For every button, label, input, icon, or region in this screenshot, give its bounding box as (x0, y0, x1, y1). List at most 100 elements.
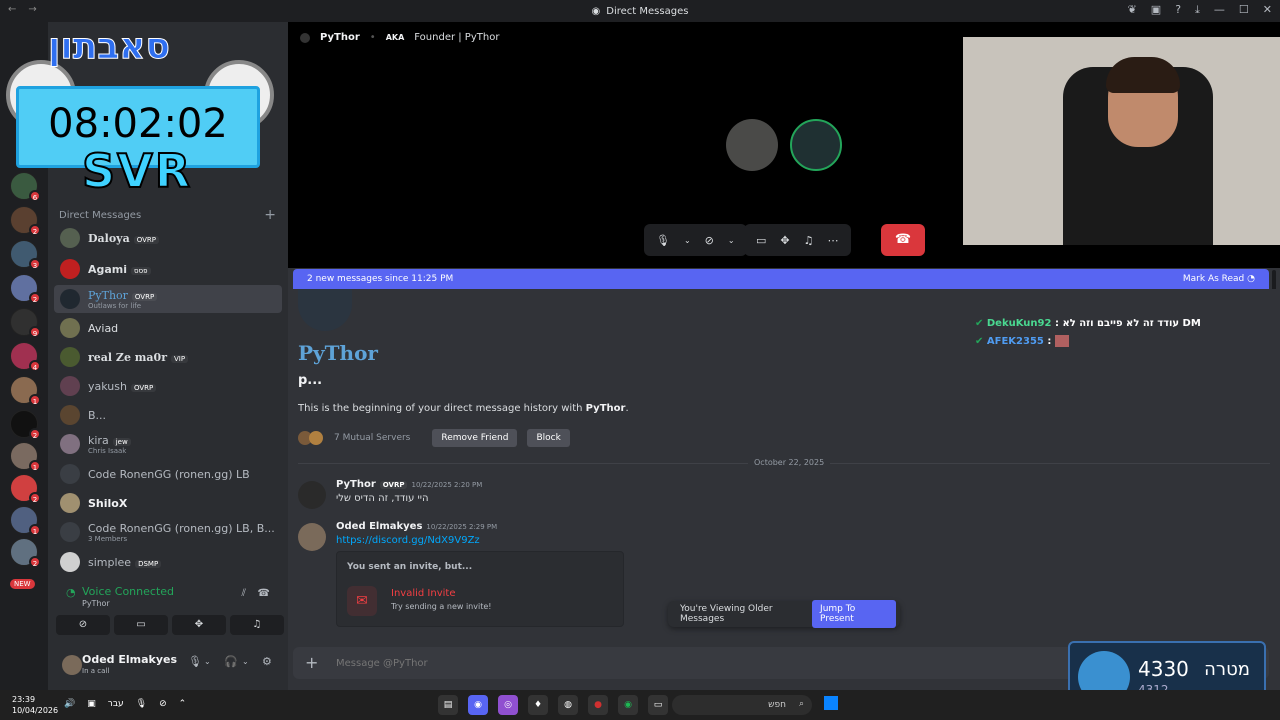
app-icon[interactable]: ● (588, 695, 608, 715)
back-arrow-icon[interactable]: ← (8, 4, 16, 15)
voice-channel[interactable]: PyThor (82, 599, 110, 608)
dm-intro: This is the beginning of your direct mes… (298, 403, 629, 414)
clock-date: 10/04/2026 (12, 706, 59, 715)
participant-avatar-speaking[interactable] (790, 119, 842, 171)
soundboard-button[interactable]: ♫ (230, 615, 284, 635)
file-explorer-icon[interactable]: ▭ (648, 695, 668, 715)
call-header: PyThor • AKA Founder | PyThor (300, 32, 499, 43)
chevron-down-icon[interactable]: ⌄ (728, 236, 735, 245)
more-icon[interactable]: ⋯ (828, 234, 839, 247)
overlay-title: סאבתון (48, 26, 171, 68)
dm-item[interactable]: yakush OVRP (54, 373, 282, 399)
video-off-button[interactable]: ⊘ (56, 615, 110, 635)
block-button[interactable]: Block (527, 429, 570, 447)
dm-intro-name: PyThor (585, 403, 626, 414)
settings-icon[interactable]: ⚙ (262, 655, 272, 668)
server-icon[interactable]: 2 (10, 206, 41, 236)
screen-share-icon[interactable]: ▭ (756, 234, 766, 247)
inbox-icon[interactable]: ▣ (1151, 3, 1161, 17)
server-icon[interactable]: 2 (10, 410, 41, 440)
disconnect-icon[interactable]: ☎ (258, 588, 270, 599)
jump-to-present-button[interactable]: Jump To Present (812, 600, 896, 628)
message-author[interactable]: Oded Elmakyes (336, 521, 422, 532)
dm-item[interactable]: kira jew Chris Isaak (54, 430, 282, 458)
language-indicator[interactable]: עבר (108, 699, 124, 709)
dm-item[interactable]: Daloya OVRP (54, 225, 282, 251)
mark-as-read-label: Mark As Read (1182, 274, 1245, 284)
hang-up-button[interactable]: ☎ (881, 224, 925, 256)
dm-item[interactable]: Aviad (54, 315, 282, 341)
dm-item[interactable]: real Ze ma0r VIP (54, 344, 282, 370)
nitro-icon[interactable]: ❦ (1128, 3, 1137, 17)
add-dm-icon[interactable]: + (264, 207, 276, 223)
mic-icon[interactable]: 🎙 (136, 699, 147, 709)
dm-item[interactable]: ShiloX (54, 490, 282, 516)
server-icon[interactable]: 1 (10, 506, 41, 536)
attach-icon[interactable]: + (305, 653, 318, 672)
volume-icon[interactable]: 🔊 (64, 699, 75, 709)
discord-app-icon[interactable]: ◉ (468, 695, 488, 715)
screen-share-button[interactable]: ▭ (114, 615, 168, 635)
activities-button[interactable]: ✥ (172, 615, 226, 635)
dm-item[interactable]: Code RonenGG (ronen.gg) LB (54, 461, 282, 487)
taskbar-clock[interactable]: 23:39 10/04/2026 (12, 694, 58, 716)
mutual-servers-link[interactable]: 7 Mutual Servers (334, 433, 410, 443)
chevron-down-icon[interactable]: ⌄ (204, 657, 211, 666)
message-author[interactable]: PyThor (336, 479, 376, 490)
message-input[interactable] (336, 654, 1036, 672)
remove-friend-button[interactable]: Remove Friend (432, 429, 518, 447)
user-name[interactable]: Oded Elmakyes (82, 653, 177, 666)
maximize-icon[interactable]: ☐ (1239, 3, 1249, 17)
server-icon[interactable]: 9 (10, 308, 41, 338)
server-icon[interactable]: 3 (10, 240, 41, 270)
camera-icon[interactable]: ⊘ (159, 699, 167, 709)
webcam-person-hair (1106, 57, 1180, 93)
new-messages-text: 2 new messages since 11:25 PM (307, 274, 454, 284)
mark-as-read-button[interactable]: Mark As Read ◔ (1183, 274, 1255, 284)
spotify-icon[interactable]: ◉ (618, 695, 638, 715)
avatar[interactable] (298, 481, 326, 509)
mic-icon[interactable]: 🎙 (188, 655, 202, 668)
app-icon[interactable]: ◎ (498, 695, 518, 715)
new-messages-banner[interactable]: 2 new messages since 11:25 PM Mark As Re… (293, 269, 1269, 289)
avatar[interactable] (298, 523, 326, 551)
forward-arrow-icon[interactable]: → (28, 4, 36, 15)
server-icon[interactable]: 1 (10, 442, 41, 472)
dm-item-active[interactable]: PyThor OVRP Outlaws for life (54, 285, 282, 313)
avatar[interactable] (62, 655, 82, 675)
profile-avatar[interactable] (298, 289, 352, 331)
server-icon[interactable]: 2 (10, 538, 41, 568)
app-icon[interactable]: ▤ (438, 695, 458, 715)
activities-icon[interactable]: ✥ (780, 234, 789, 247)
chevron-up-icon[interactable]: ⌃ (179, 699, 187, 709)
server-icon[interactable]: 2 (10, 474, 41, 504)
dm-item[interactable]: simplee DSMP (54, 549, 282, 575)
chevron-down-icon[interactable]: ⌄ (684, 236, 691, 245)
dm-item[interactable]: Code RonenGG (ronen.gg) LB, B... 3 Membe… (54, 518, 282, 546)
mutual-row: 7 Mutual Servers Remove Friend Block (298, 429, 570, 447)
taskbar-search[interactable]: חפש ⌕ (672, 695, 812, 715)
server-icon[interactable]: 2 (10, 274, 41, 304)
app-icon[interactable]: ♦ (528, 695, 548, 715)
network-icon[interactable]: ▣ (87, 699, 96, 709)
dm-item[interactable]: B... (54, 402, 282, 428)
minimize-icon[interactable]: — (1214, 3, 1225, 17)
help-icon[interactable]: ? (1175, 3, 1181, 17)
mic-icon[interactable]: 🎙 (656, 234, 670, 247)
avatar (60, 347, 80, 367)
invite-link[interactable]: https://discord.gg/NdX9V9Zz (336, 535, 480, 546)
noise-suppression-icon[interactable]: ⫽ (242, 588, 246, 599)
dm-item[interactable]: Agami פסס (54, 256, 282, 282)
participant-avatar[interactable] (726, 119, 778, 171)
avatar (60, 376, 80, 396)
close-icon[interactable]: ✕ (1263, 3, 1272, 17)
soundboard-icon[interactable]: ♫ (804, 234, 814, 247)
server-icon[interactable]: 4 (10, 342, 41, 372)
headphones-icon[interactable]: 🎧 (224, 655, 238, 668)
chrome-icon[interactable]: ◍ (558, 695, 578, 715)
video-off-icon[interactable]: ⊘ (705, 234, 714, 247)
windows-start-icon[interactable] (824, 696, 838, 710)
download-icon[interactable]: ⤓ (1195, 3, 1200, 17)
chevron-down-icon[interactable]: ⌄ (242, 657, 249, 666)
server-icon[interactable]: 1 (10, 376, 41, 406)
